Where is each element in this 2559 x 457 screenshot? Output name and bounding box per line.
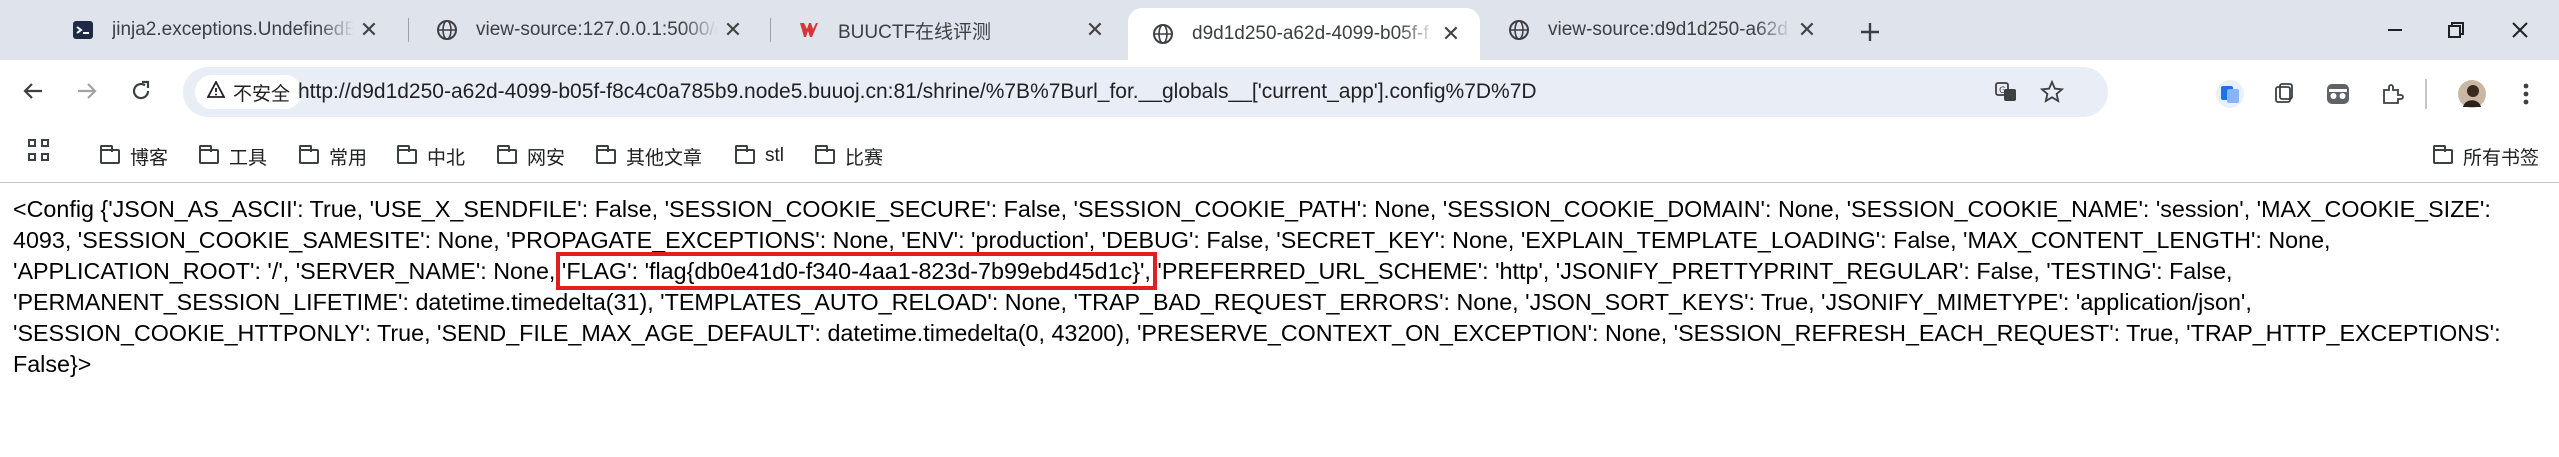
bookmark-label: 其他文章 bbox=[626, 147, 703, 169]
tab-title: view-source:127.0.0.1:5000/e bbox=[476, 19, 718, 40]
toolbar-divider bbox=[2425, 79, 2427, 109]
all-bookmarks[interactable]: 所有书签 bbox=[2433, 140, 2539, 172]
restore-icon bbox=[2448, 22, 2464, 38]
address-bar[interactable]: 不安全 http://d9d1d250-a62d-4099-b05f-f8c4c… bbox=[183, 67, 2108, 117]
tab-active-shrine[interactable]: d9d1d250-a62d-4099-b05f-f ✕ bbox=[1128, 8, 1480, 60]
apps-grid-icon[interactable] bbox=[28, 139, 50, 161]
close-icon[interactable]: ✕ bbox=[1792, 15, 1822, 45]
minimize-icon bbox=[2388, 29, 2402, 31]
bookmark-label: 中北 bbox=[427, 147, 466, 169]
tab-title: view-source:d9d1d250-a62d bbox=[1548, 19, 1788, 40]
bookmark-label: stl bbox=[765, 145, 784, 166]
incognito-icon[interactable] bbox=[2320, 76, 2356, 112]
reading-list-icon[interactable] bbox=[2266, 76, 2302, 112]
extension-translator-icon[interactable] bbox=[2212, 76, 2248, 112]
bookmark-stl[interactable]: stl bbox=[735, 140, 784, 172]
folder-icon bbox=[815, 144, 835, 164]
buuctf-icon bbox=[798, 19, 820, 41]
tab-title: d9d1d250-a62d-4099-b05f-f bbox=[1192, 23, 1429, 44]
globe-icon bbox=[1508, 19, 1530, 41]
bookmark-common[interactable]: 常用 bbox=[299, 140, 367, 172]
folder-icon bbox=[2433, 144, 2453, 164]
arrow-right-icon bbox=[78, 83, 97, 99]
folder-icon bbox=[199, 144, 219, 164]
translate-icon[interactable]: G bbox=[1990, 76, 2022, 108]
menu-kebab-icon[interactable] bbox=[2508, 76, 2544, 112]
bookmark-zhongbei[interactable]: 中北 bbox=[397, 140, 465, 172]
warning-icon bbox=[206, 79, 226, 104]
close-icon bbox=[2512, 22, 2528, 38]
browser-toolbar: 不安全 http://d9d1d250-a62d-4099-b05f-f8c4c… bbox=[0, 60, 2559, 130]
folder-icon bbox=[596, 144, 616, 164]
bookmark-label: 常用 bbox=[329, 147, 368, 169]
tab-title: BUUCTF在线评测 bbox=[838, 21, 992, 43]
tab-jinja2-exception[interactable]: jinja2.exceptions.UndefinedE ✕ bbox=[48, 8, 398, 52]
folder-icon bbox=[735, 144, 755, 164]
bookmarks-bar: 博客 工具 常用 中北 网安 其他文章 stl 比赛 所有书签 bbox=[0, 130, 2559, 183]
globe-icon bbox=[1152, 23, 1174, 45]
folder-icon bbox=[100, 144, 120, 164]
svg-text:G: G bbox=[1999, 86, 2006, 96]
page-content: <Config {'JSON_AS_ASCII': True, 'USE_X_S… bbox=[13, 194, 2548, 380]
arrow-left-icon bbox=[23, 83, 42, 99]
minimize-button[interactable] bbox=[2371, 10, 2419, 50]
plus-icon bbox=[1861, 23, 1879, 41]
forward-button[interactable] bbox=[66, 70, 108, 112]
close-icon[interactable]: ✕ bbox=[354, 15, 384, 45]
extensions-puzzle-icon[interactable] bbox=[2374, 76, 2410, 112]
bookmark-other-articles[interactable]: 其他文章 bbox=[596, 140, 702, 172]
reload-button[interactable] bbox=[120, 70, 162, 112]
folder-icon bbox=[397, 144, 417, 164]
globe-icon bbox=[436, 19, 458, 41]
bookmark-label: 博客 bbox=[130, 147, 169, 169]
bookmark-contest[interactable]: 比赛 bbox=[815, 140, 883, 172]
bookmark-netsec[interactable]: 网安 bbox=[497, 140, 565, 172]
flag-highlight-box: 'FLAG': 'flag{db0e41d0-f340-4aa1-823d-7b… bbox=[555, 252, 1157, 290]
bookmark-blog[interactable]: 博客 bbox=[100, 140, 168, 172]
tab-view-source-local[interactable]: view-source:127.0.0.1:5000/e ✕ bbox=[412, 8, 762, 52]
folder-icon bbox=[497, 144, 517, 164]
tab-divider bbox=[408, 18, 409, 42]
close-icon[interactable]: ✕ bbox=[718, 15, 748, 45]
new-tab-button[interactable] bbox=[1852, 14, 1888, 50]
bookmark-label: 网安 bbox=[527, 147, 566, 169]
url-text[interactable]: http://d9d1d250-a62d-4099-b05f-f8c4c0a78… bbox=[298, 67, 1537, 117]
security-label: 不安全 bbox=[233, 83, 291, 105]
folder-icon bbox=[299, 144, 319, 164]
avatar[interactable] bbox=[2454, 76, 2490, 112]
tab-buuctf[interactable]: BUUCTF在线评测 ✕ bbox=[774, 8, 1124, 52]
close-window-button[interactable] bbox=[2496, 10, 2544, 50]
bookmark-tools[interactable]: 工具 bbox=[199, 140, 267, 172]
back-button[interactable] bbox=[12, 70, 54, 112]
bookmark-label: 工具 bbox=[229, 147, 268, 169]
star-icon[interactable] bbox=[2036, 76, 2068, 108]
security-indicator[interactable]: 不安全 bbox=[195, 75, 303, 109]
close-icon[interactable]: ✕ bbox=[1080, 15, 1110, 45]
tab-strip: jinja2.exceptions.UndefinedE ✕ view-sour… bbox=[0, 0, 2559, 60]
close-icon[interactable]: ✕ bbox=[1436, 19, 1466, 49]
all-bookmarks-label: 所有书签 bbox=[2463, 147, 2540, 169]
tab-view-source-remote[interactable]: view-source:d9d1d250-a62d ✕ bbox=[1484, 8, 1836, 52]
reload-icon bbox=[132, 80, 150, 100]
tab-title: jinja2.exceptions.UndefinedE bbox=[112, 19, 354, 40]
terminal-icon bbox=[72, 19, 94, 41]
restore-button[interactable] bbox=[2432, 10, 2480, 50]
tab-divider bbox=[770, 18, 771, 42]
bookmark-label: 比赛 bbox=[845, 147, 884, 169]
